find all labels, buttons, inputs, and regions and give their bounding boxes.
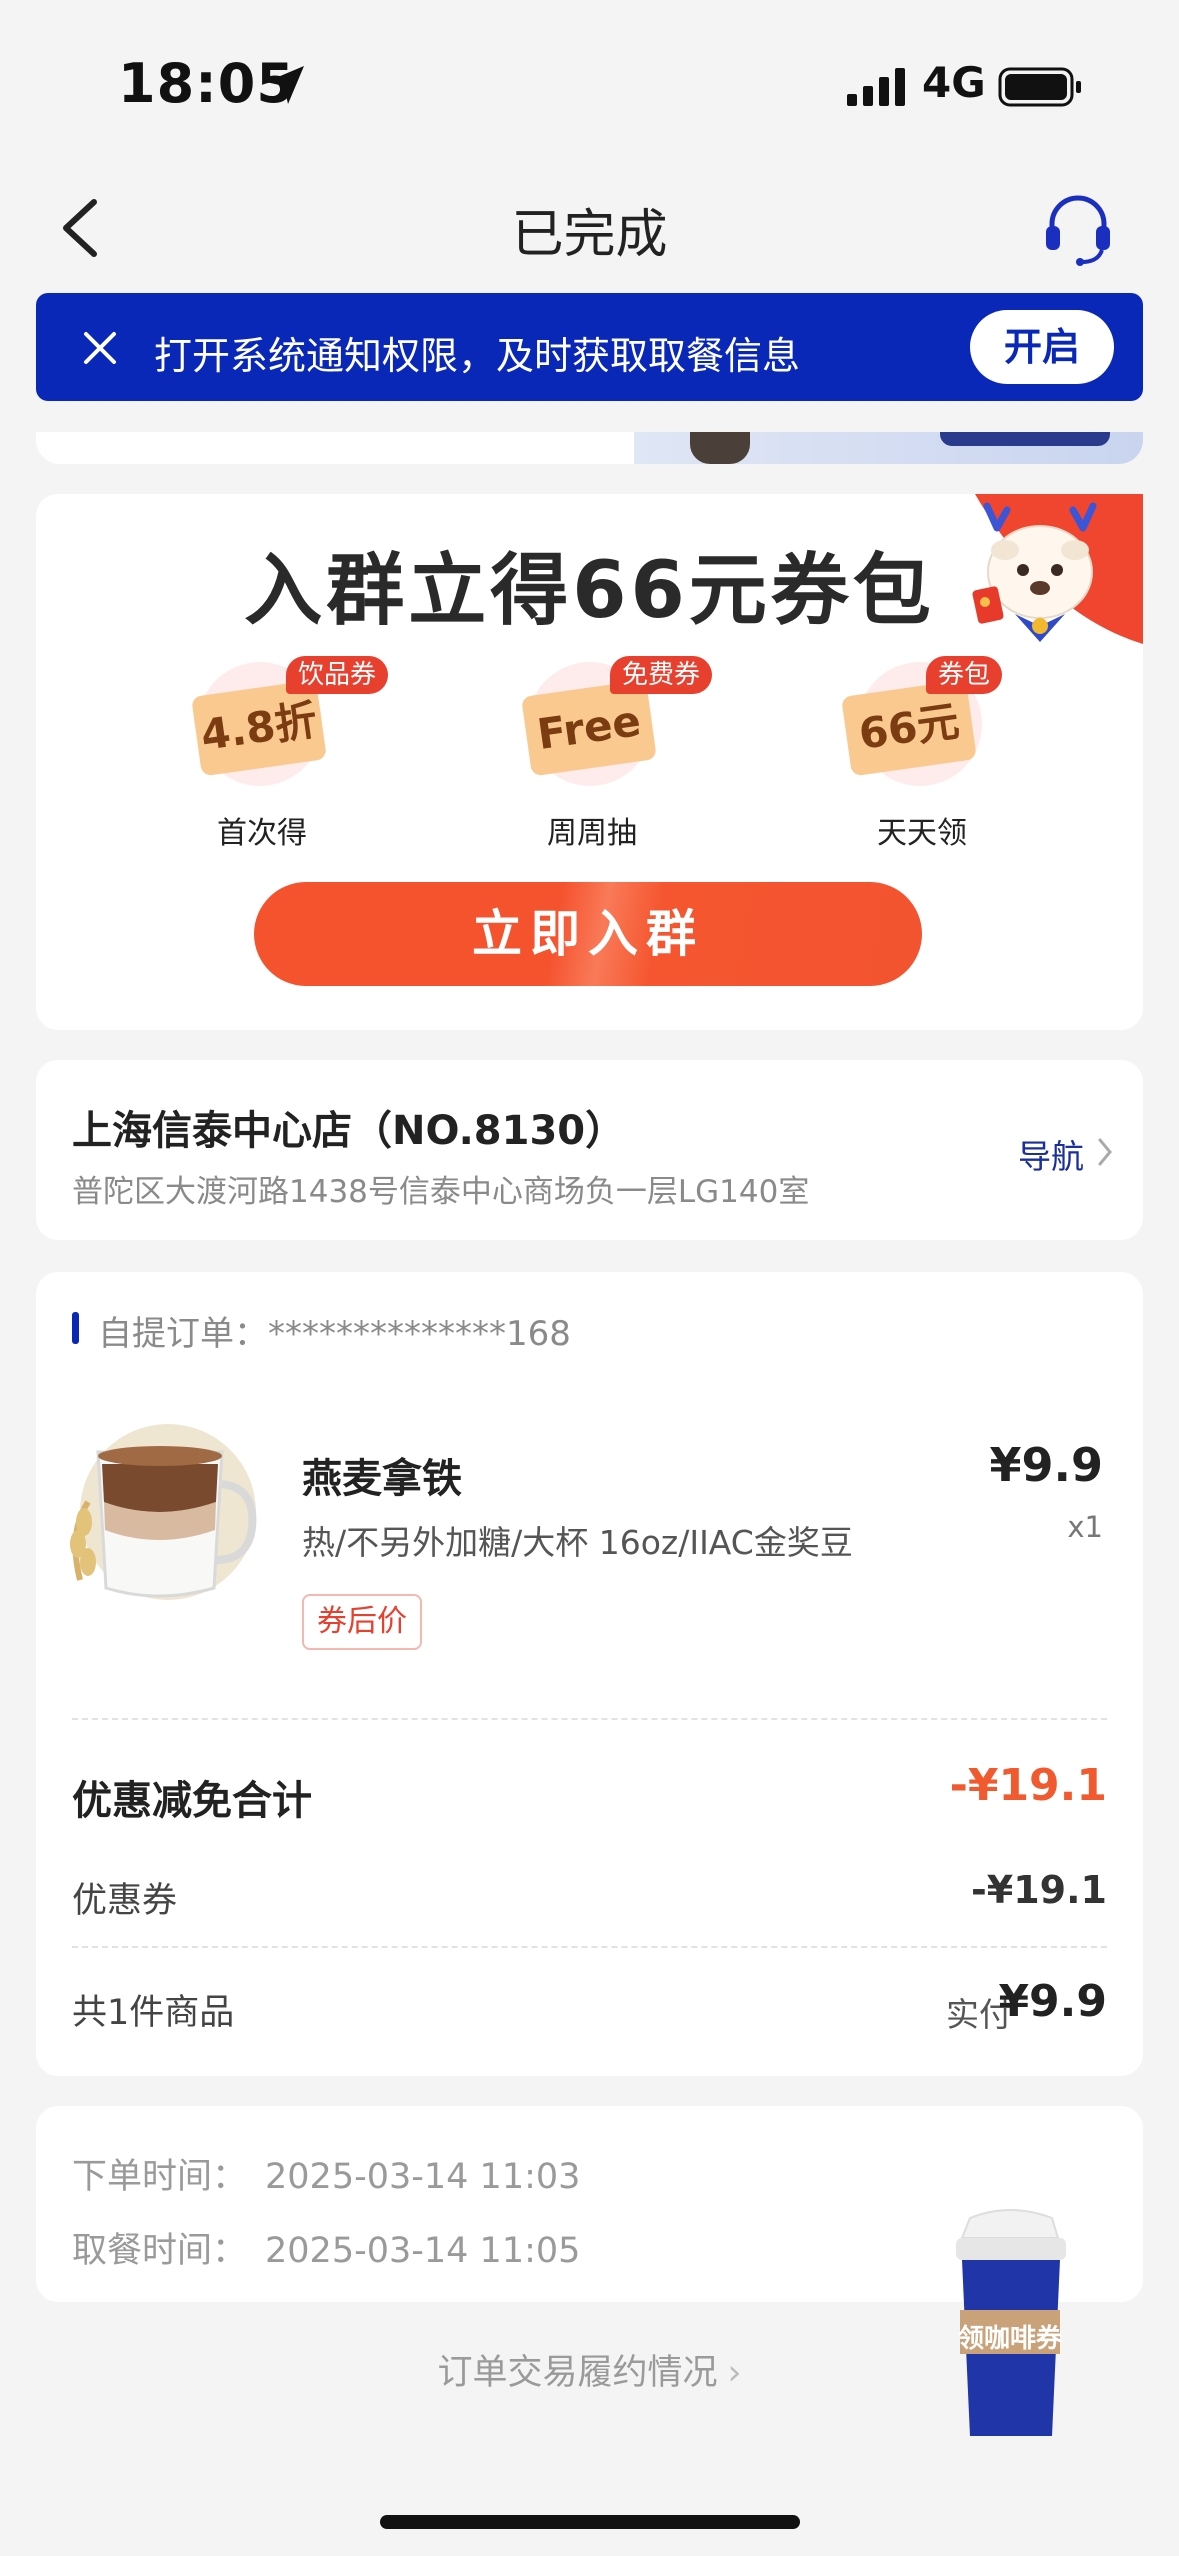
- order-time-value: 2025-03-14 11:03: [265, 2157, 581, 2197]
- divider: [72, 1946, 1107, 1948]
- trade-fulfillment-link[interactable]: 订单交易履约情况 ›: [0, 2344, 1179, 2395]
- pickup-time-label: 取餐时间：: [72, 2231, 248, 2271]
- coupon-label: 优惠券: [72, 1881, 178, 1921]
- oat-latte-product-image: [70, 1424, 257, 1600]
- navigate-link[interactable]: 导航: [1018, 1130, 1084, 1178]
- product-price: ¥9.9: [989, 1438, 1104, 1492]
- product-name: 燕麦拿铁: [302, 1456, 462, 1502]
- divider: [72, 1718, 1107, 1720]
- home-indicator[interactable]: [380, 2515, 800, 2529]
- partial-banner-figure: [690, 432, 750, 464]
- after-coupon-price-tag: 券后价: [302, 1594, 422, 1650]
- order-number-value: **************168: [268, 1314, 571, 1354]
- coupon-value: -¥19.1: [971, 1868, 1107, 1912]
- pickup-time-value: 2025-03-14 11:05: [265, 2231, 581, 2271]
- order-time-label: 下单时间：: [72, 2157, 248, 2197]
- close-icon[interactable]: [80, 328, 120, 368]
- enable-notification-button[interactable]: 开启: [970, 310, 1114, 384]
- battery-icon: [998, 67, 1081, 107]
- order-accent-bar: [72, 1312, 79, 1344]
- store-address: 普陀区大渡河路1438号信泰中心商场负一层LG140室: [72, 1174, 810, 1210]
- order-number-label: 自提订单：: [98, 1314, 268, 1354]
- trade-link-label: 订单交易履约情况: [437, 2353, 718, 2393]
- floating-coffee-coupon-button[interactable]: 领咖啡券: [940, 2198, 1080, 2438]
- page-title: 已完成: [511, 205, 668, 265]
- paid-amount: ¥9.9: [998, 1976, 1107, 2027]
- join-group-button[interactable]: 立即入群: [254, 882, 922, 986]
- signal-icon: [847, 68, 905, 106]
- coupon-label: 天天领: [877, 816, 967, 851]
- location-arrow-icon: [266, 66, 304, 104]
- network-type: 4G: [922, 58, 986, 107]
- notice-text: 打开系统通知权限，及时获取取餐信息: [154, 334, 801, 378]
- chevron-right-icon[interactable]: [1094, 1134, 1116, 1170]
- discount-total-value: -¥19.1: [949, 1760, 1107, 1811]
- order-time-row: 下单时间： 2025-03-14 11:03: [72, 2148, 580, 2199]
- order-number: 自提订单：**************168: [98, 1306, 571, 1355]
- chevron-right-icon: ›: [727, 2353, 742, 2393]
- items-count: 共1件商品: [72, 1993, 235, 2033]
- coupon-label: 首次得: [217, 816, 307, 851]
- group-promo-title: 入群立得66元券包: [244, 546, 935, 636]
- product-quantity: x1: [1067, 1510, 1103, 1544]
- coupon-tag: 饮品券: [286, 656, 389, 694]
- pickup-time-row: 取餐时间： 2025-03-14 11:05: [72, 2222, 580, 2273]
- partial-banner-button: [940, 432, 1110, 446]
- coupon-tag: 券包: [926, 656, 1003, 694]
- store-name: 上海信泰中心店（NO.8130）: [72, 1108, 626, 1154]
- coupon-tag: 免费券: [610, 656, 713, 694]
- customer-service-headset-icon[interactable]: [1038, 188, 1118, 268]
- product-spec: 热/不另外加糖/大杯 16oz/IIAC金奖豆: [302, 1523, 853, 1562]
- discount-total-label: 优惠减免合计: [72, 1778, 312, 1824]
- coupon-label: 周周抽: [547, 816, 637, 851]
